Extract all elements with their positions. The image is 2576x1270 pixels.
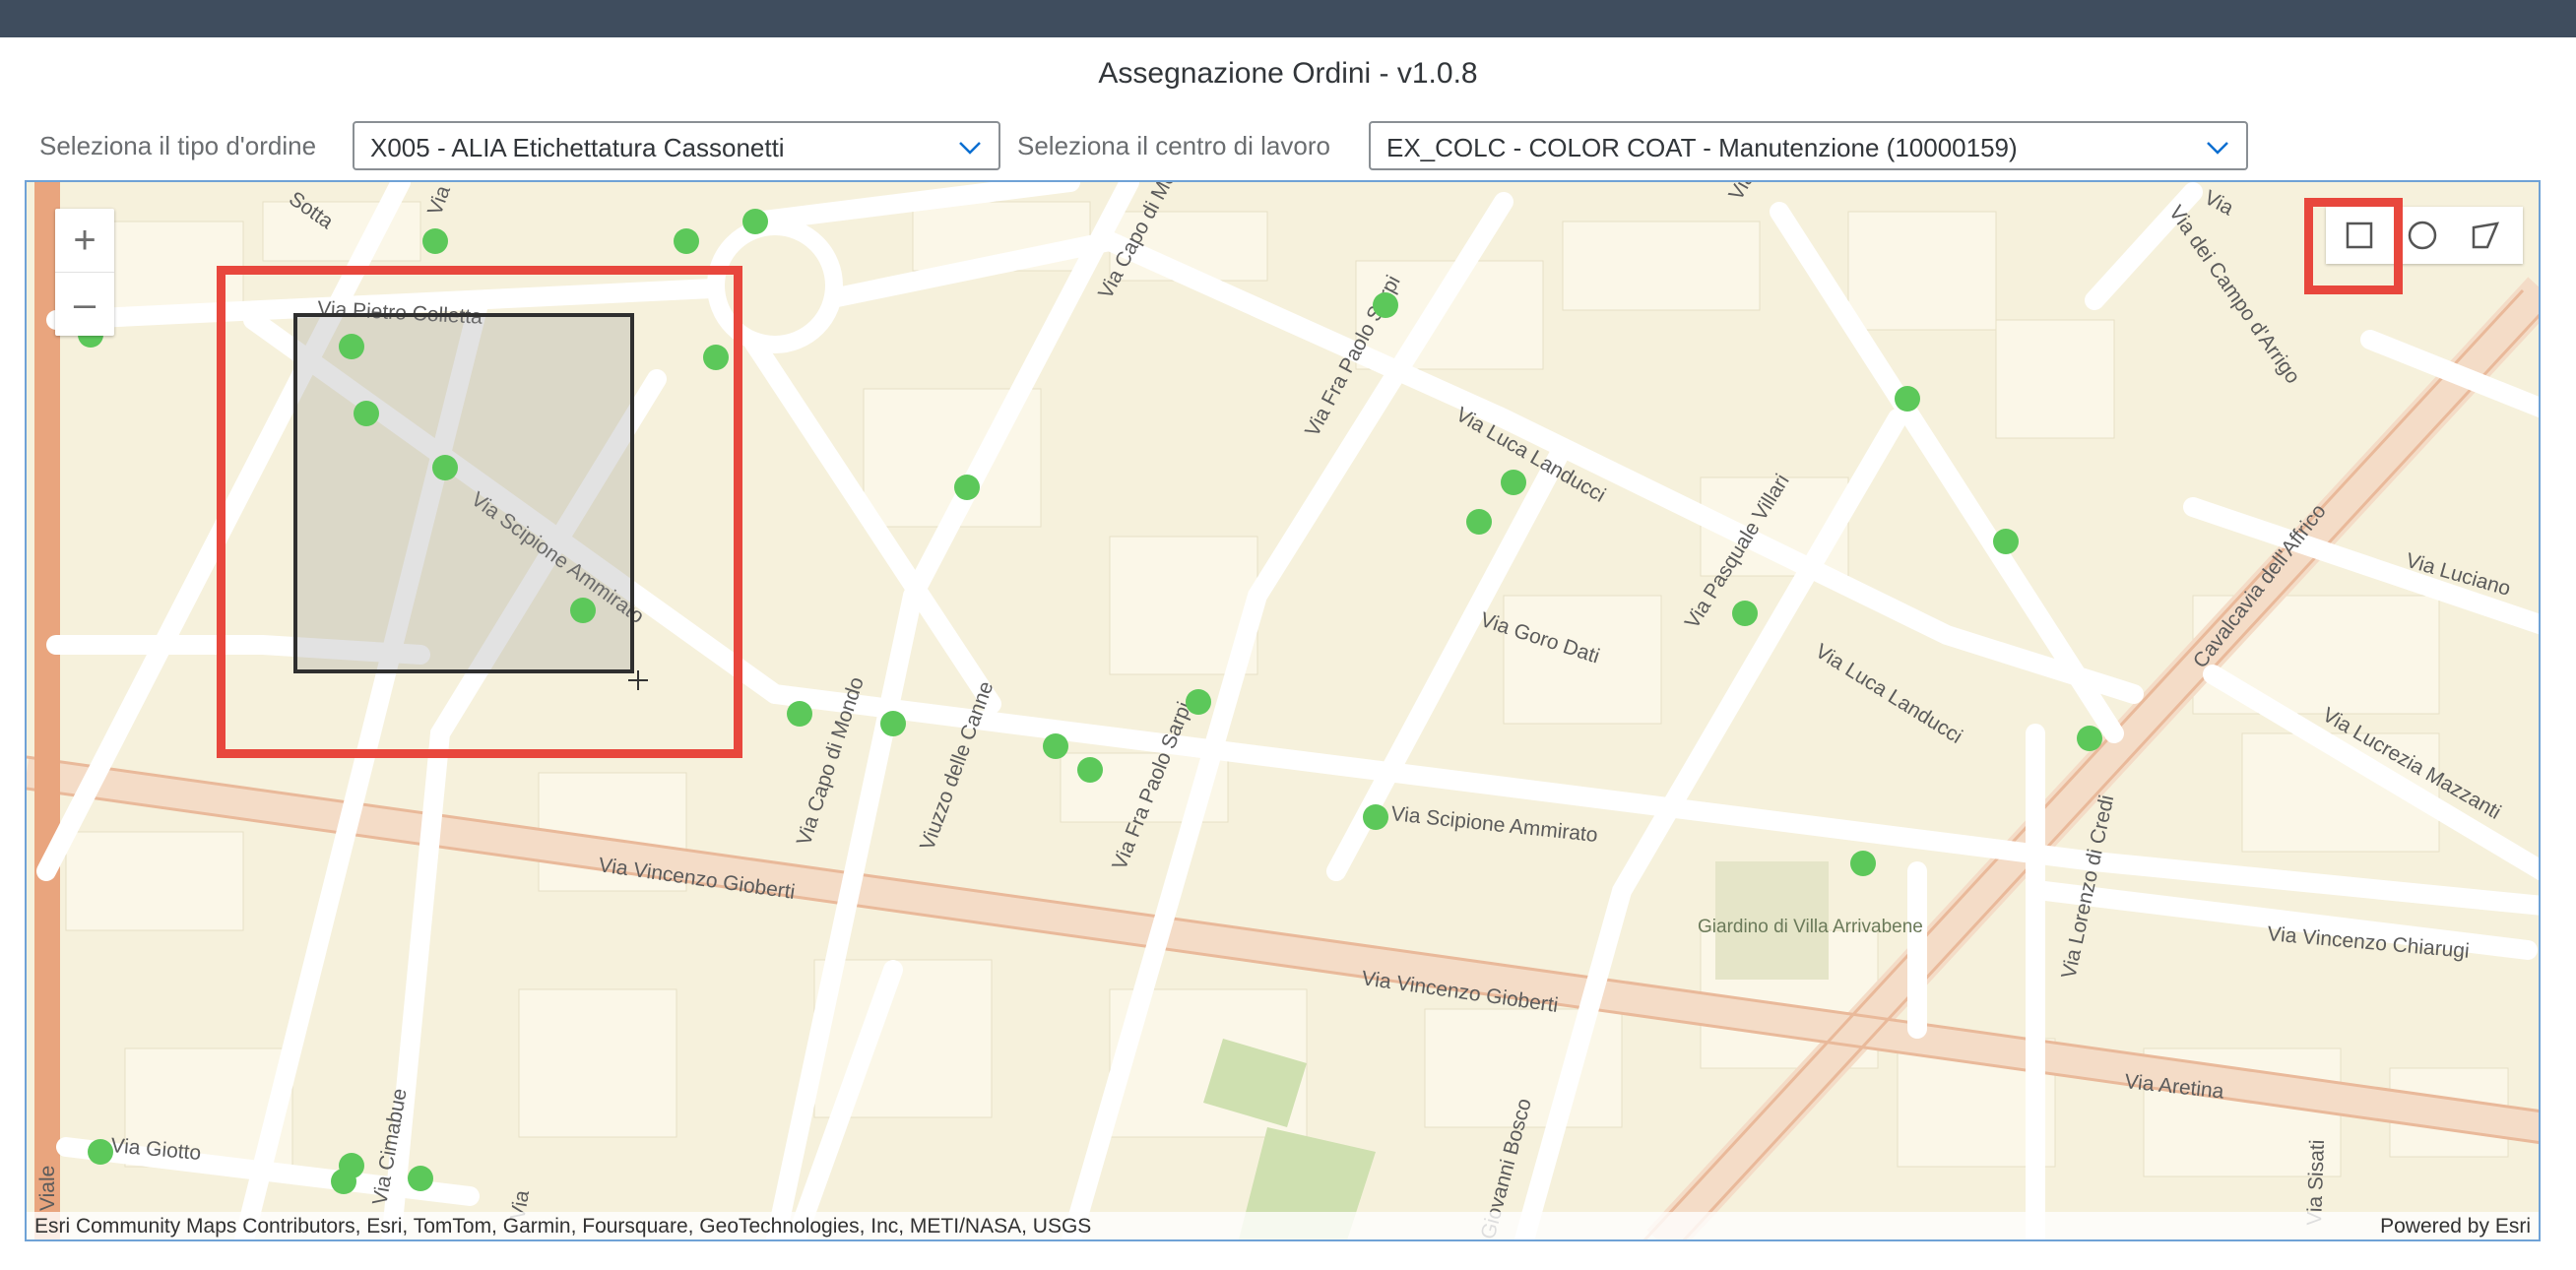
work-center-label: Seleziona il centro di lavoro — [1017, 131, 1330, 160]
park-label: Giardino di Villa Arrivabene — [1698, 917, 1923, 937]
app-top-bar — [0, 0, 2576, 37]
order-point-marker[interactable] — [954, 475, 980, 500]
zoom-out-button[interactable]: – — [55, 273, 114, 336]
circle-icon[interactable] — [2403, 216, 2442, 255]
order-point-marker[interactable] — [1501, 470, 1526, 495]
map-view[interactable]: Via Pietro Colletta Via Scipione Ammirat… — [25, 180, 2541, 1241]
order-point-marker[interactable] — [1186, 689, 1211, 715]
selection-highlight-box — [217, 266, 742, 758]
powered-by-link[interactable]: Powered by Esri — [2380, 1215, 2531, 1238]
zoom-control: + – — [55, 209, 114, 336]
rectangle-tool-highlight — [2304, 198, 2403, 294]
chevron-down-icon — [959, 142, 981, 155]
order-point-marker[interactable] — [1077, 757, 1103, 783]
order-point-marker[interactable] — [1373, 292, 1398, 318]
order-point-marker[interactable] — [422, 228, 448, 254]
order-type-select[interactable]: X005 - ALIA Etichettatura Cassonetti — [353, 121, 1000, 170]
order-point-marker[interactable] — [1993, 529, 2019, 554]
street-label: Viale — [36, 1166, 59, 1211]
work-center-value: EX_COLC - COLOR COAT - Manutenzione (100… — [1386, 133, 2018, 162]
order-point-marker[interactable] — [1732, 601, 1758, 626]
order-point-marker[interactable] — [787, 701, 812, 727]
order-type-label: Seleziona il tipo d'ordine — [39, 131, 317, 160]
order-point-marker[interactable] — [88, 1139, 113, 1165]
order-point-marker[interactable] — [1895, 386, 1920, 412]
order-point-marker[interactable] — [1363, 804, 1388, 830]
order-point-marker[interactable] — [1466, 509, 1492, 535]
order-point-marker[interactable] — [742, 209, 768, 234]
polygon-icon[interactable] — [2466, 216, 2505, 255]
order-point-marker[interactable] — [331, 1169, 356, 1194]
chevron-down-icon — [2207, 142, 2228, 155]
zoom-in-button[interactable]: + — [55, 209, 114, 272]
page-title: Assegnazione Ordini - v1.0.8 — [1098, 57, 1478, 90]
order-point-marker[interactable] — [2077, 726, 2102, 751]
attribution-text: Esri Community Maps Contributors, Esri, … — [34, 1215, 1092, 1238]
work-center-select[interactable]: EX_COLC - COLOR COAT - Manutenzione (100… — [1369, 121, 2248, 170]
order-point-marker[interactable] — [408, 1166, 433, 1191]
order-point-marker[interactable] — [880, 711, 906, 736]
order-type-value: X005 - ALIA Etichettatura Cassonetti — [370, 133, 785, 162]
order-point-marker[interactable] — [1043, 733, 1068, 759]
map-attribution: Esri Community Maps Contributors, Esri, … — [27, 1212, 2539, 1239]
order-point-marker[interactable] — [1850, 851, 1876, 876]
order-point-marker[interactable] — [674, 228, 699, 254]
